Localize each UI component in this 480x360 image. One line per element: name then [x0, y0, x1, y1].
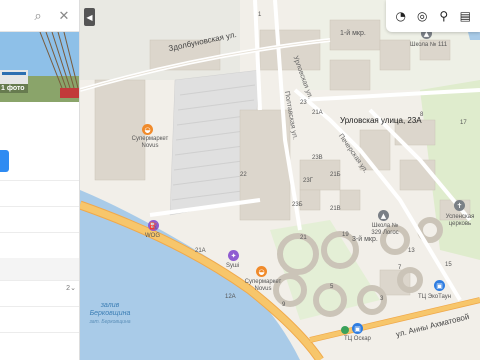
restaurant-icon[interactable]: ✦ [228, 250, 239, 261]
bicycle-icon[interactable]: ⚲ [435, 7, 453, 25]
house-number: 21В [330, 206, 341, 212]
list-row[interactable] [0, 306, 79, 332]
house-number: 21Б [330, 172, 341, 178]
house-number: 9 [282, 302, 286, 308]
house-number: 13 [408, 248, 415, 254]
house-number: 12А [225, 294, 236, 300]
house-number: 1 [258, 12, 262, 18]
house-number: 15 [445, 262, 452, 268]
supermarket-icon[interactable]: ◒ [256, 266, 267, 277]
layers-icon[interactable]: ◔ [392, 7, 410, 25]
close-icon[interactable]: ✕ [56, 8, 72, 24]
map-toolbar: ◔ ◎ ⚲ ▤ [386, 0, 480, 32]
house-number: 17 [460, 120, 467, 126]
house-number: 19 [342, 232, 349, 238]
poi-label-silpo: Sушi [226, 263, 240, 269]
church-icon[interactable]: ✝ [454, 200, 465, 211]
house-number: 3 [380, 296, 384, 302]
bus-icon[interactable]: ▤ [456, 7, 474, 25]
fuel-icon[interactable]: ⛽ [148, 220, 159, 231]
list-row-with-count[interactable]: 2 ⌄ [0, 280, 79, 306]
map-app: Здолбуновская ул. Полтавская ул. Урловск… [0, 0, 480, 360]
chevron-down-icon: ⌄ [70, 284, 76, 292]
poi-label-tc-echotaun: ТЦ ЭкоТаун [418, 294, 452, 300]
list-row[interactable] [0, 332, 79, 360]
house-number: 23Г [303, 178, 313, 184]
water-label: залив Берковщина зат. Берковщина [80, 302, 140, 325]
supermarket-icon[interactable]: ◒ [142, 124, 153, 135]
shopping-icon[interactable]: ▣ [352, 323, 363, 334]
house-number: 23 [300, 100, 307, 106]
search-bar: ⌕ ✕ [0, 0, 79, 32]
district-label-mkr3: 3-й мкр. [352, 236, 378, 243]
section-divider [0, 258, 79, 280]
search-input[interactable] [0, 6, 28, 26]
house-number: 21А [195, 248, 206, 254]
house-number: 21А [312, 110, 323, 116]
school-icon[interactable]: ▲ [378, 210, 389, 221]
house-number: 7 [398, 265, 402, 271]
selected-address-label[interactable]: Урловская улица, 23А [340, 117, 422, 125]
water-label-line2: Берковщина [89, 310, 131, 318]
collapse-panel-button[interactable]: ◀ [84, 8, 95, 26]
list-row[interactable] [0, 180, 79, 206]
house-number: 21 [300, 235, 307, 241]
poi-label-school111: Школа № 111 [410, 42, 448, 48]
list-row[interactable] [0, 232, 79, 258]
shopping-icon[interactable]: ▣ [434, 280, 445, 291]
house-number: 23Б [292, 202, 303, 208]
house-number: 5 [330, 284, 334, 290]
photo-count[interactable]: 1 фото [0, 84, 28, 93]
poi-label-novus-top: Супермаркет Novus [131, 136, 169, 149]
water-label-line3: зат. Берковщина [89, 318, 131, 325]
transit-icon[interactable]: ◎ [413, 7, 431, 25]
poi-label-school329: Школа № 329 Логос [371, 223, 399, 236]
poi-label-tc-oskar: ТЦ Оскар [344, 336, 371, 342]
search-icon[interactable]: ⌕ [30, 8, 46, 24]
route-button[interactable] [0, 150, 9, 172]
house-number: 22 [240, 172, 247, 178]
poi-label-uspenska: Успенская церковь [445, 214, 475, 227]
place-photo[interactable]: 1 фото [0, 32, 79, 102]
list-row[interactable] [0, 206, 79, 232]
house-number: 23В [312, 155, 323, 161]
water-label-line1: залив [100, 302, 120, 309]
district-label-mkr1: 1-й мкр. [340, 30, 366, 37]
poi-label-wog: WOG [145, 233, 160, 239]
side-panel: ⌕ ✕ 1 фото 2 ⌄ [0, 0, 80, 360]
poi-label-novus-bottom: Супермаркет Novus [244, 279, 282, 292]
